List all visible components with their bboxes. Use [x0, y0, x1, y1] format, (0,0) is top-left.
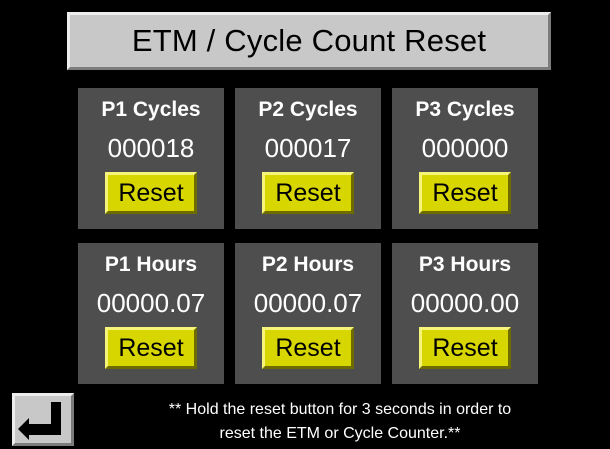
p2-hours-label: P2 Hours — [261, 253, 355, 276]
instruction-line-1: ** Hold the reset button for 3 seconds i… — [168, 401, 512, 418]
p3-hours-label: P3 Hours — [418, 253, 512, 276]
p3-cycles-label: P3 Cycles — [415, 98, 515, 121]
back-button[interactable] — [12, 393, 74, 446]
p1-cycles-reset-button[interactable]: Reset — [105, 172, 197, 214]
p3-cycles-panel: P3 Cycles 000000 Reset — [392, 88, 538, 229]
p1-cycles-label: P1 Cycles — [101, 98, 201, 121]
p2-hours-value: 00000.07 — [253, 288, 363, 318]
p1-cycles-panel: P1 Cycles 000018 Reset — [78, 88, 224, 229]
p3-hours-value: 00000.00 — [410, 288, 520, 318]
p2-hours-reset-button[interactable]: Reset — [262, 327, 354, 369]
p3-cycles-value: 000000 — [421, 133, 509, 163]
etm-reset-screen: ETM / Cycle Count Reset P1 Cycles 000018… — [0, 0, 610, 449]
p2-hours-panel: P2 Hours 00000.07 Reset — [235, 243, 381, 384]
title-bar: ETM / Cycle Count Reset — [67, 12, 551, 70]
p2-cycles-label: P2 Cycles — [258, 98, 358, 121]
page-title: ETM / Cycle Count Reset — [131, 23, 487, 58]
instruction-line-2: reset the ETM or Cycle Counter.** — [219, 425, 461, 442]
p2-cycles-panel: P2 Cycles 000017 Reset — [235, 88, 381, 229]
p2-cycles-reset-button[interactable]: Reset — [262, 172, 354, 214]
instruction-note: ** Hold the reset button for 3 seconds i… — [90, 398, 590, 446]
p1-hours-reset-button[interactable]: Reset — [105, 327, 197, 369]
p3-hours-reset-button[interactable]: Reset — [419, 327, 511, 369]
p3-cycles-reset-button[interactable]: Reset — [419, 172, 511, 214]
p1-hours-value: 00000.07 — [96, 288, 206, 318]
p1-hours-label: P1 Hours — [104, 253, 198, 276]
return-arrow-icon — [18, 402, 61, 440]
p2-cycles-value: 000017 — [264, 133, 352, 163]
p1-hours-panel: P1 Hours 00000.07 Reset — [78, 243, 224, 384]
p1-cycles-value: 000018 — [107, 133, 195, 163]
p3-hours-panel: P3 Hours 00000.00 Reset — [392, 243, 538, 384]
